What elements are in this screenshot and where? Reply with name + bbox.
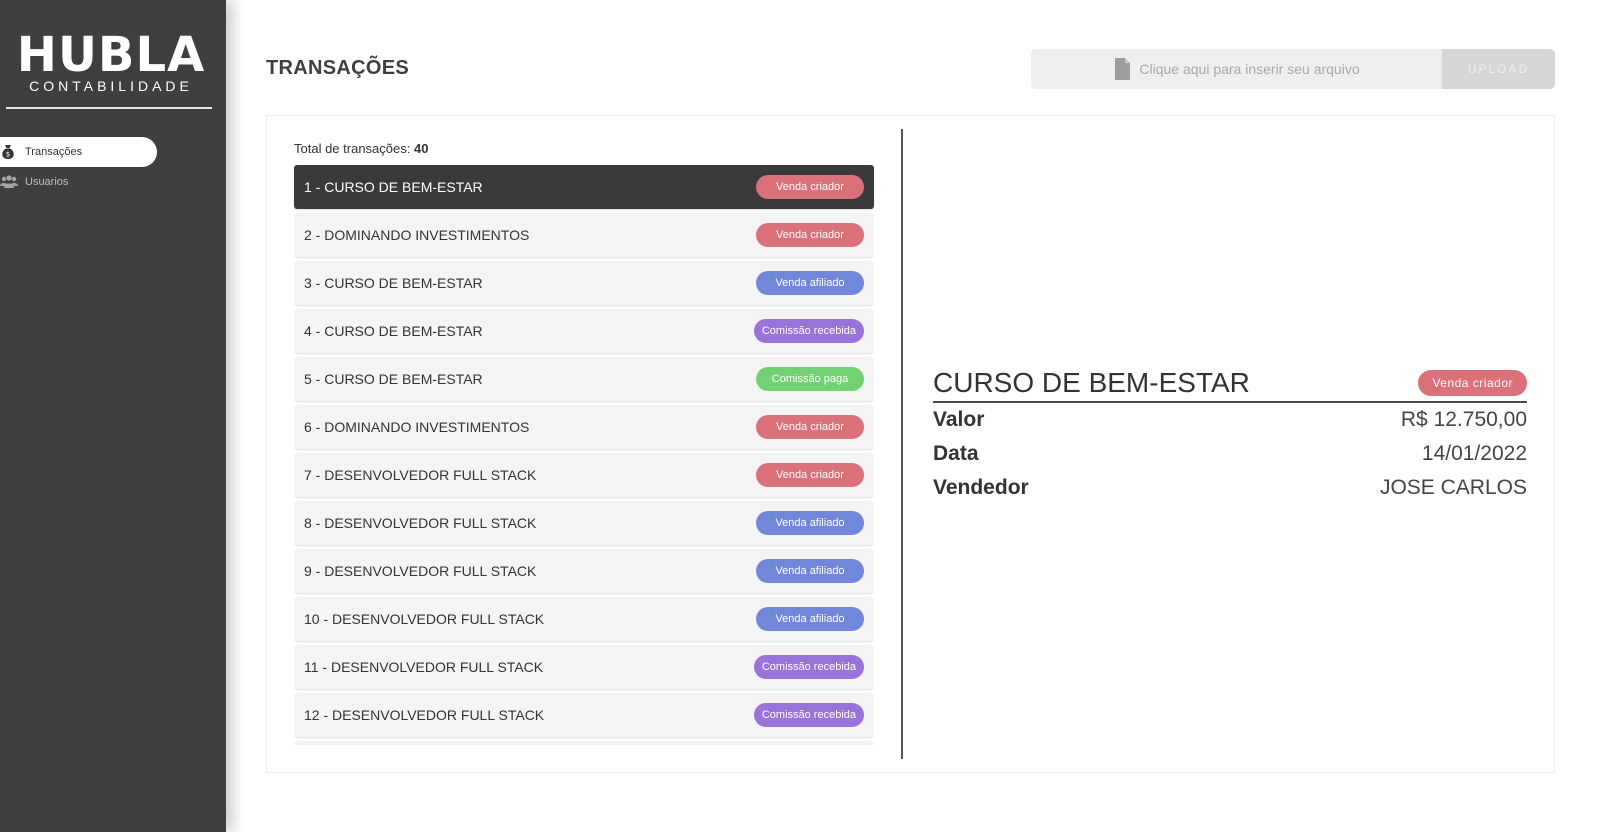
transaction-type-badge: Venda afiliado xyxy=(756,511,864,535)
transaction-type-badge: Comissão recebida xyxy=(753,655,864,679)
logo-sub-text: CONTABILIDADE xyxy=(29,78,193,94)
svg-text:$: $ xyxy=(6,151,10,159)
total-label: Total de transações: xyxy=(294,141,411,156)
detail-key: Vendedor xyxy=(933,476,1029,499)
total-value: 40 xyxy=(413,141,429,156)
transaction-row[interactable]: 1 - CURSO DE BEM-ESTAR Venda criador xyxy=(294,165,874,209)
transaction-title: 11 - DESENVOLVEDOR FULL STACK xyxy=(304,659,544,675)
transaction-row[interactable]: 4 - CURSO DE BEM-ESTAR Comissão recebida xyxy=(294,309,874,353)
page-title: TRANSAÇÕES xyxy=(266,57,410,79)
detail-title: CURSO DE BEM-ESTAR xyxy=(933,367,1250,398)
upload-bar: Clique aqui para inserir seu arquivo UPL… xyxy=(1031,49,1555,89)
detail-row-valor: Valor R$ 12.750,00 xyxy=(933,403,1527,437)
transaction-type-badge: Venda afiliado xyxy=(756,271,864,295)
sidebar-item-label: Transações xyxy=(25,146,83,158)
transaction-title: 12 - DESENVOLVEDOR FULL STACK xyxy=(304,707,545,723)
sidebar-nav: $ Transações Usuarios xyxy=(0,137,226,197)
transaction-type-badge: Venda criador xyxy=(756,415,864,439)
transaction-row[interactable]: 10 - DESENVOLVEDOR FULL STACK Venda afili… xyxy=(294,597,874,641)
logo-divider xyxy=(6,107,212,109)
upload-button[interactable]: UPLOAD xyxy=(1442,49,1555,89)
transaction-row[interactable]: 3 - CURSO DE BEM-ESTAR Venda afiliado xyxy=(294,261,874,305)
detail-value: 14/01/2022 xyxy=(1421,442,1527,465)
transaction-row[interactable]: 5 - CURSO DE BEM-ESTAR Comissão paga xyxy=(294,357,874,401)
transaction-title: 3 - CURSO DE BEM-ESTAR xyxy=(304,275,483,291)
sidebar-item-label: Usuarios xyxy=(25,176,69,188)
sidebar-item-usuarios[interactable]: Usuarios xyxy=(0,167,226,197)
detail-row-vendedor: Vendedor JOSE CARLOS xyxy=(933,471,1527,505)
transaction-type-badge: Comissão paga xyxy=(756,367,864,391)
transaction-detail: CURSO DE BEM-ESTAR Venda criador Valor R… xyxy=(933,367,1527,505)
transaction-row[interactable]: 8 - DESENVOLVEDOR FULL STACK Venda afilia… xyxy=(294,501,874,545)
detail-value: JOSE CARLOS xyxy=(1379,476,1527,499)
transaction-type-badge: Comissão recebida xyxy=(753,319,864,343)
transaction-row[interactable]: 7 - DESENVOLVEDOR FULL STACK Venda criado… xyxy=(294,453,874,497)
detail-key: Valor xyxy=(933,408,985,431)
transaction-type-badge: Venda afiliado xyxy=(756,559,864,583)
users-icon xyxy=(0,174,18,190)
transactions-total: Total de transações: 40 xyxy=(294,141,428,156)
money-bag-icon: $ xyxy=(0,144,18,160)
file-input-placeholder: Clique aqui para inserir seu arquivo xyxy=(1139,61,1360,77)
transaction-title: 2 - DOMINANDO INVESTIMENTOS xyxy=(304,227,530,243)
logo: HUBLA CONTABILIDADE xyxy=(8,30,214,94)
transaction-row[interactable]: 2 - DOMINANDO INVESTIMENTOS Venda criador xyxy=(294,213,874,257)
transaction-row[interactable] xyxy=(294,741,874,745)
transactions-list[interactable]: 1 - CURSO DE BEM-ESTAR Venda criador 2 - D… xyxy=(294,165,874,745)
transaction-type-badge: Venda afiliado xyxy=(756,607,864,631)
transaction-row[interactable]: 9 - DESENVOLVEDOR FULL STACK Venda afilia… xyxy=(294,549,874,593)
transaction-title: 9 - DESENVOLVEDOR FULL STACK xyxy=(304,563,537,579)
detail-key: Data xyxy=(933,442,979,465)
panel-divider xyxy=(901,129,903,759)
sidebar: HUBLA CONTABILIDADE $ Transações Usuario… xyxy=(0,0,226,832)
file-input[interactable]: Clique aqui para inserir seu arquivo xyxy=(1031,49,1442,89)
logo-main-text: HUBLA xyxy=(16,27,206,83)
transaction-title: 8 - DESENVOLVEDOR FULL STACK xyxy=(304,515,537,531)
transaction-row[interactable]: 12 - DESENVOLVEDOR FULL STACK Comissão re… xyxy=(294,693,874,737)
file-icon xyxy=(1113,57,1131,81)
detail-header: CURSO DE BEM-ESTAR Venda criador xyxy=(933,367,1527,403)
transaction-type-badge: Venda criador xyxy=(756,223,864,247)
transaction-type-badge: Comissão recebida xyxy=(753,703,864,727)
sidebar-item-transacoes[interactable]: $ Transações xyxy=(0,137,157,167)
transaction-title: 5 - CURSO DE BEM-ESTAR xyxy=(304,371,483,387)
transaction-title: 1 - CURSO DE BEM-ESTAR xyxy=(304,179,483,195)
transaction-title: 10 - DESENVOLVEDOR FULL STACK xyxy=(304,611,545,627)
transaction-row[interactable]: 6 - DOMINANDO INVESTIMENTOS Venda criador xyxy=(294,405,874,449)
transaction-title: 7 - DESENVOLVEDOR FULL STACK xyxy=(304,467,537,483)
transaction-row[interactable]: 11 - DESENVOLVEDOR FULL STACK Comissão re… xyxy=(294,645,874,689)
detail-row-data: Data 14/01/2022 xyxy=(933,437,1527,471)
transaction-title: 4 - CURSO DE BEM-ESTAR xyxy=(304,323,483,339)
transaction-type-badge: Venda criador xyxy=(756,175,864,199)
transaction-type-badge: Venda criador xyxy=(756,463,864,487)
detail-type-badge: Venda criador xyxy=(1418,370,1527,396)
transaction-title: 6 - DOMINANDO INVESTIMENTOS xyxy=(304,419,530,435)
detail-value: R$ 12.750,00 xyxy=(1400,408,1527,431)
